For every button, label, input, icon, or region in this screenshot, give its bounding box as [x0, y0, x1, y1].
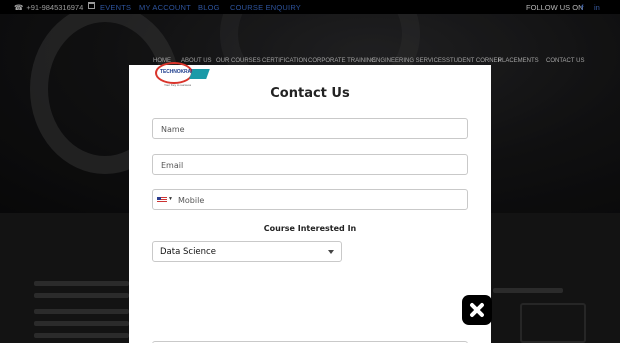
modal-title: Contact Us [270, 86, 350, 101]
chevron-down-icon [328, 250, 334, 254]
mobile-field[interactable]: ▼ [152, 189, 468, 210]
mobile-input[interactable] [153, 191, 467, 210]
course-selected-value: Data Science [160, 247, 216, 257]
us-flag-icon[interactable] [157, 197, 167, 203]
name-field[interactable] [152, 118, 468, 139]
technokraft-logo: TECHNOKRAFT Your Key to success [155, 61, 210, 89]
course-label: Course Interested In [263, 224, 357, 233]
email-input[interactable] [153, 156, 467, 175]
course-select[interactable]: Data Science [152, 241, 342, 262]
name-input[interactable] [153, 120, 467, 139]
close-icon[interactable] [462, 295, 492, 325]
logo-mark [189, 69, 210, 79]
email-field[interactable] [152, 154, 468, 175]
chevron-down-icon[interactable]: ▼ [168, 196, 173, 202]
